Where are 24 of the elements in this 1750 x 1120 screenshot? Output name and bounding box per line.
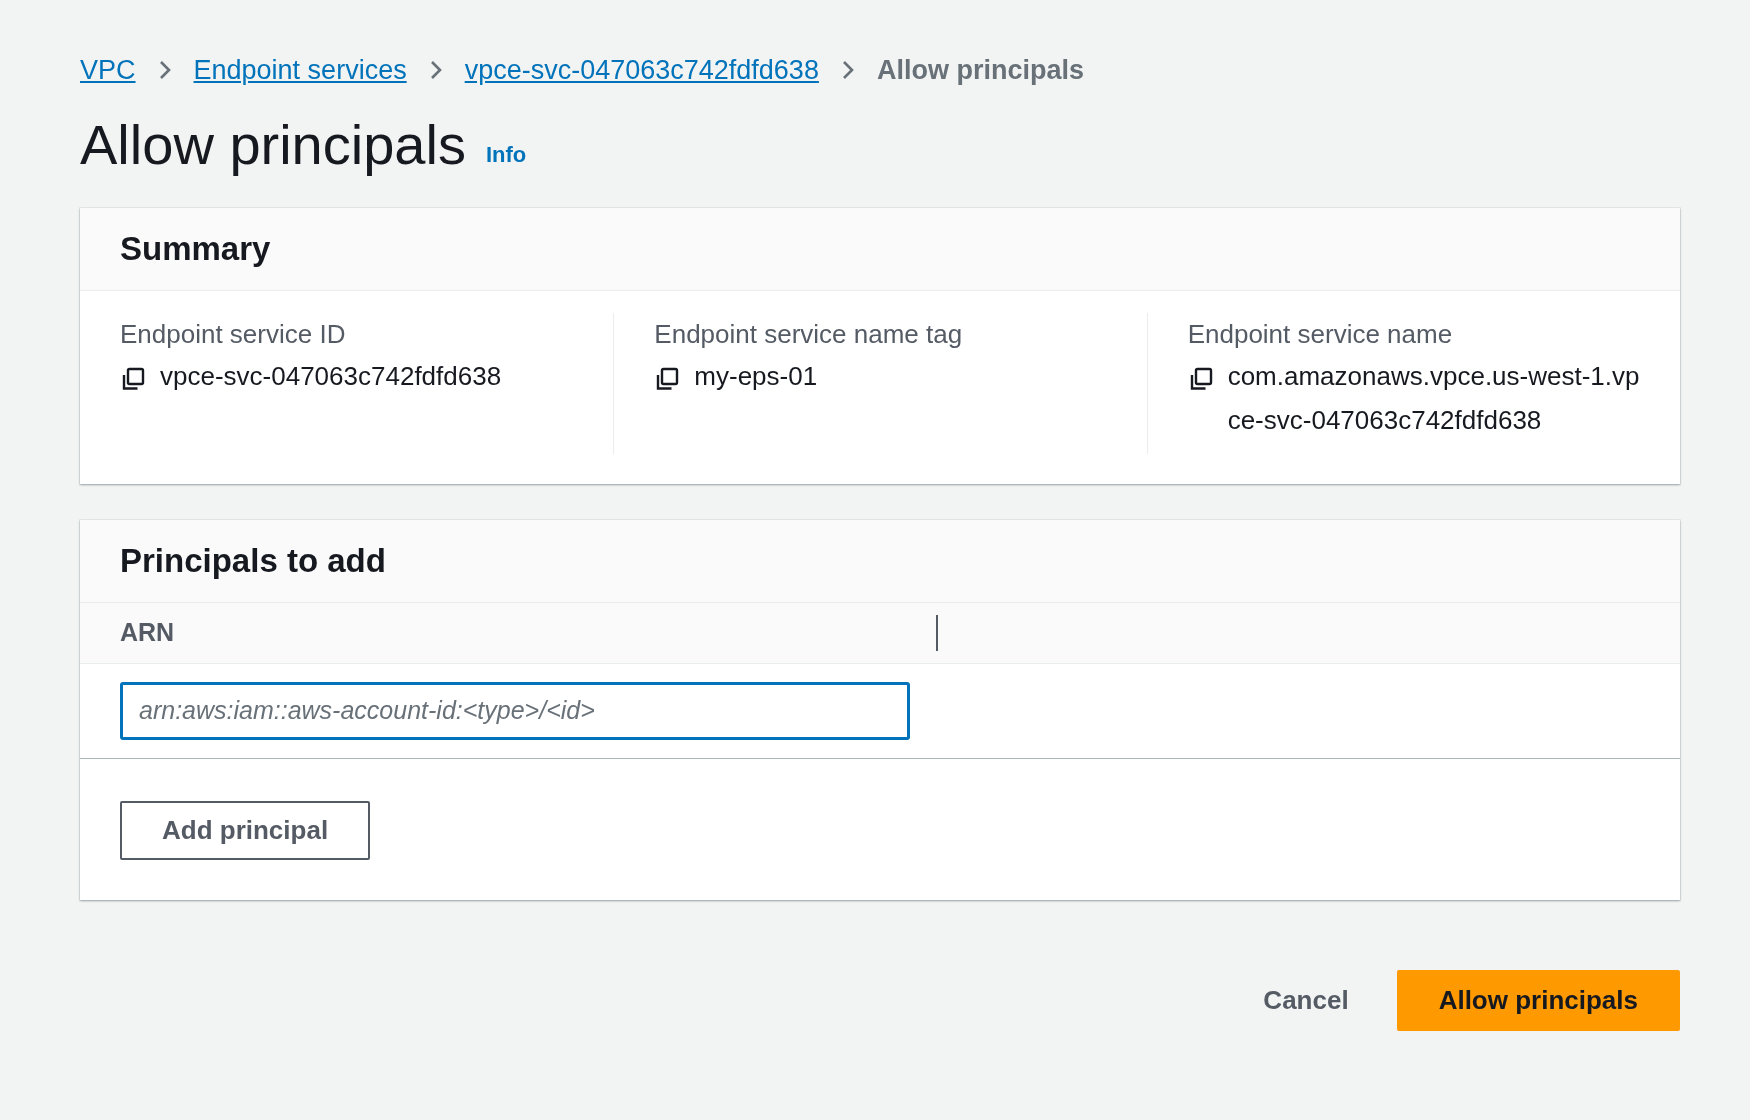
chevron-right-icon xyxy=(428,59,443,81)
cancel-button[interactable]: Cancel xyxy=(1257,983,1355,1017)
add-principal-button[interactable]: Add principal xyxy=(120,800,371,860)
breadcrumb-current: Allow principals xyxy=(876,54,1084,86)
breadcrumb-link[interactable]: vpce-svc-047063c742fdfd638 xyxy=(464,54,819,86)
field-value: vpce-svc-047063c742fdfd638 xyxy=(160,359,502,393)
chevron-right-icon xyxy=(157,59,172,81)
breadcrumb-link[interactable]: VPC xyxy=(80,54,136,86)
field-label: Endpoint service name xyxy=(1187,318,1454,350)
field-label: Endpoint service name tag xyxy=(654,318,964,350)
field-value: com.amazonaws.vpce.us-west-1.vpce-svc-047063c742fdfd638 xyxy=(1227,359,1640,437)
page-title: Allow principals xyxy=(80,114,466,176)
column-header: ARN xyxy=(120,618,175,648)
chevron-right-icon xyxy=(840,59,855,81)
copy-icon[interactable] xyxy=(654,365,681,392)
field-label: Endpoint service ID xyxy=(120,318,347,350)
card-title: Summary xyxy=(120,229,272,268)
field-value: my-eps-01 xyxy=(694,359,818,393)
arn-input-field[interactable]: arn:aws:iam::aws-account-id:<type>/<id> xyxy=(120,681,910,740)
info-link[interactable]: Info xyxy=(485,141,527,176)
copy-icon[interactable] xyxy=(120,365,146,392)
card-title: Principals to add xyxy=(120,541,387,580)
breadcrumb-link[interactable]: Endpoint services xyxy=(193,54,407,86)
allow-principals-button[interactable]: Allow principals xyxy=(1396,969,1680,1031)
